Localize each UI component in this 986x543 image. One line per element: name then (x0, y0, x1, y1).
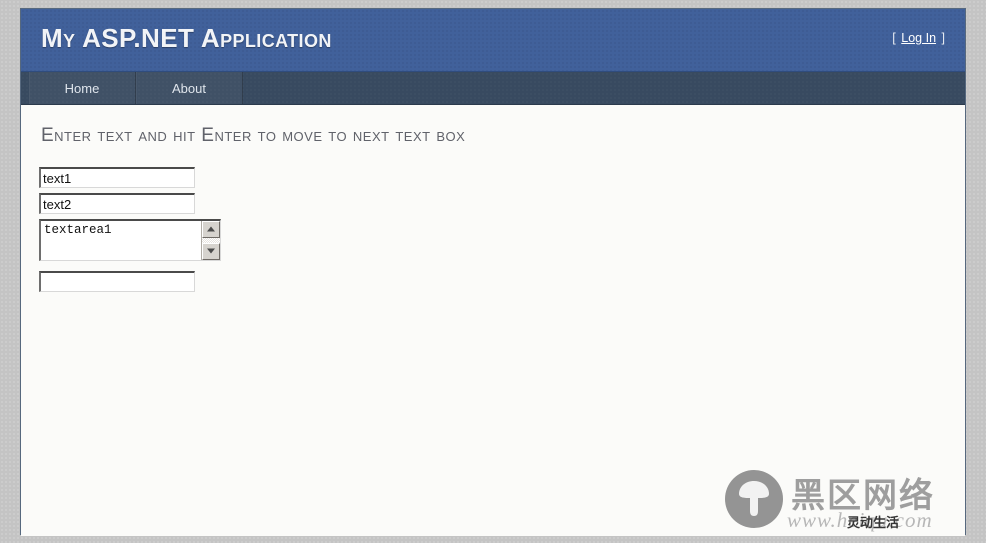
form-area (39, 167, 221, 297)
nav-item-label: About (172, 80, 206, 96)
textarea-scrollbar[interactable] (201, 221, 220, 260)
watermark: 黑区网络 www.heiqu.com 灵动生活 (725, 468, 957, 536)
text1-input[interactable] (39, 167, 195, 188)
text3-input[interactable] (39, 271, 195, 292)
field-row (39, 271, 221, 292)
watermark-url: www.heiqu.com (787, 508, 933, 532)
scroll-down-icon[interactable] (202, 243, 220, 260)
login-bracket-close: ] (941, 31, 945, 45)
content-area: Enter text and hit Enter to move to next… (21, 105, 965, 536)
scroll-up-icon[interactable] (202, 221, 220, 238)
page-title: My ASP.NET Application (41, 23, 332, 53)
site-header: My ASP.NET Application [ Log In ] (21, 9, 965, 72)
log-in-link[interactable]: Log In (901, 31, 936, 45)
content-heading: Enter text and hit Enter to move to next… (41, 125, 466, 146)
app-container: My ASP.NET Application [ Log In ] Home A… (20, 8, 966, 536)
main-navigation: Home About (21, 72, 965, 105)
textarea1-wrapper (39, 219, 221, 261)
nav-item-label: Home (64, 80, 100, 96)
mushroom-logo-icon (725, 470, 783, 528)
page-background: My ASP.NET Application [ Log In ] Home A… (0, 0, 986, 543)
nav-item-home[interactable]: Home (29, 72, 136, 104)
field-row (39, 219, 221, 261)
nav-item-about[interactable]: About (136, 72, 243, 104)
watermark-brand: 黑区网络 (791, 476, 935, 516)
field-row (39, 193, 221, 214)
field-row (39, 167, 221, 188)
login-bracket-open: [ (892, 31, 896, 45)
nav-list: Home About (29, 72, 243, 104)
watermark-slogan: 灵动生活 (847, 516, 900, 531)
textarea1[interactable] (41, 221, 202, 260)
login-area: [ Log In ] (892, 31, 945, 45)
text2-input[interactable] (39, 193, 195, 214)
